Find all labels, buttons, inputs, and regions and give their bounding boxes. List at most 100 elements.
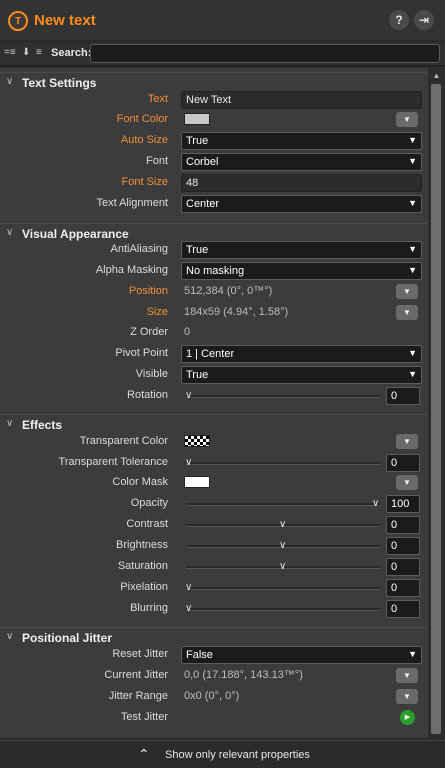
property-label: Size [146, 306, 168, 318]
expand-button-icon[interactable]: ▼ [396, 305, 418, 320]
font-color-swatch[interactable] [184, 113, 210, 125]
property-label: Brightness [116, 539, 168, 551]
contrast-number-field[interactable]: 0 [386, 516, 420, 534]
alpha-masking-dropdown[interactable]: No masking ▼ [181, 262, 422, 280]
collapse-arrow-icon[interactable]: ∨ [6, 418, 13, 429]
search-input[interactable] [90, 44, 440, 63]
property-row-pixelation: Pixelation ∨ 0 [0, 578, 428, 598]
rotation-number-field[interactable]: 0 [386, 387, 420, 405]
play-icon[interactable]: ▶ [400, 710, 415, 725]
property-label: Auto Size [120, 134, 168, 146]
position-value: 512,384 (0°, 0™°) [184, 285, 273, 297]
section-positional-jitter[interactable]: ∨ Positional Jitter [0, 627, 428, 647]
expand-button-icon[interactable]: ▼ [396, 284, 418, 299]
scrollbar[interactable]: ▲ [428, 68, 445, 738]
expand-button-icon[interactable]: ▼ [396, 434, 418, 449]
section-effects[interactable]: ∨ Effects [0, 414, 428, 434]
slider-thumb-icon[interactable]: ∨ [185, 457, 192, 468]
antialiasing-dropdown[interactable]: True ▼ [181, 241, 422, 259]
property-row-auto-size: Auto Size True ▼ [0, 131, 428, 151]
section-text-settings[interactable]: ∨ Text Settings [0, 72, 428, 92]
contrast-slider[interactable]: ∨ [186, 519, 380, 530]
blurring-number-field[interactable]: 0 [386, 600, 420, 618]
expand-button-icon[interactable]: ▼ [396, 112, 418, 127]
saturation-number-field[interactable]: 0 [386, 558, 420, 576]
property-row-alpha-masking: Alpha Masking No masking ▼ [0, 261, 428, 281]
collapse-arrow-icon[interactable]: ∨ [6, 227, 13, 238]
slider-thumb-icon[interactable]: ∨ [279, 519, 286, 530]
property-label: Opacity [130, 497, 168, 509]
property-label: Jitter Range [108, 690, 168, 702]
property-row-brightness: Brightness ∨ 0 [0, 536, 428, 556]
show-relevant-properties-button[interactable]: ⌃ Show only relevant properties [0, 740, 445, 768]
properties-panel: ∨ Text Settings Text New Text Font Color… [0, 68, 428, 738]
property-label: Font [145, 155, 168, 167]
scroll-up-icon[interactable]: ▲ [428, 68, 445, 84]
blurring-slider[interactable]: ∨ [185, 603, 380, 614]
property-label: Font Color [116, 113, 168, 125]
window-title: New text [34, 12, 96, 29]
font-dropdown[interactable]: Corbel ▼ [181, 153, 422, 171]
dropdown-caret-icon: ▼ [408, 369, 417, 379]
text-alignment-dropdown[interactable]: Center ▼ [181, 195, 422, 213]
brightness-slider[interactable]: ∨ [186, 540, 380, 551]
saturation-slider[interactable]: ∨ [186, 561, 380, 572]
transparent-tolerance-slider[interactable]: ∨ [185, 457, 380, 468]
expand-button-icon[interactable]: ▼ [396, 475, 418, 490]
color-mask-swatch[interactable] [184, 476, 210, 488]
property-label: Color Mask [112, 476, 168, 488]
dropdown-caret-icon: ▼ [408, 265, 417, 275]
size-value: 184x59 (4.94°, 1.58°) [184, 306, 289, 318]
pixelation-number-field[interactable]: 0 [386, 579, 420, 597]
auto-size-dropdown[interactable]: True ▼ [181, 132, 422, 150]
pivot-point-dropdown[interactable]: 1 | Center ▼ [181, 345, 422, 363]
property-row-antialiasing: AntiAliasing True ▼ [0, 240, 428, 260]
rotation-slider[interactable]: ∨ [185, 390, 380, 401]
visible-dropdown[interactable]: True ▼ [181, 366, 422, 384]
transparent-tolerance-number-field[interactable]: 0 [386, 454, 420, 472]
section-title: Effects [22, 418, 63, 432]
chevron-up-icon: ⌃ [138, 746, 150, 762]
pixelation-slider[interactable]: ∨ [185, 582, 380, 593]
slider-thumb-icon[interactable]: ∨ [185, 390, 192, 401]
slider-thumb-icon[interactable]: ∨ [185, 582, 192, 593]
current-jitter-value: 0,0 (17.188°, 143.13™°) [184, 669, 303, 681]
dropdown-value: True [186, 135, 209, 147]
help-icon[interactable]: ? [389, 10, 409, 30]
expand-button-icon[interactable]: ▼ [396, 689, 418, 704]
text-field[interactable]: New Text [181, 91, 422, 109]
slider-thumb-icon[interactable]: ∨ [279, 540, 286, 551]
dropdown-caret-icon: ▼ [408, 198, 417, 208]
property-label: Font Size [121, 176, 168, 188]
filter-icon[interactable]: ⬇ [22, 47, 30, 58]
property-row-z-order: Z Order 0 [0, 323, 428, 343]
property-row-pivot-point: Pivot Point 1 | Center ▼ [0, 344, 428, 364]
list-icon[interactable]: ≡ [36, 47, 42, 58]
property-row-font: Font Corbel ▼ [0, 152, 428, 172]
opacity-number-field[interactable]: 100 [386, 495, 420, 513]
reset-jitter-dropdown[interactable]: False ▼ [181, 646, 422, 664]
transparent-color-swatch[interactable] [184, 435, 210, 447]
sort-icon[interactable]: =≡ [4, 47, 16, 58]
pin-icon[interactable]: ⇥ [414, 10, 434, 30]
property-row-font-color: Font Color ▼ [0, 110, 428, 130]
slider-thumb-icon[interactable]: ∨ [372, 498, 379, 509]
font-size-field[interactable]: 48 [181, 174, 422, 192]
collapse-arrow-icon[interactable]: ∨ [6, 76, 13, 87]
slider-thumb-icon[interactable]: ∨ [279, 561, 286, 572]
window-header: T New text ? ⇥ [0, 0, 445, 40]
property-label: Alpha Masking [95, 264, 168, 276]
slider-thumb-icon[interactable]: ∨ [185, 603, 192, 614]
property-label: Pivot Point [115, 347, 168, 359]
scroll-thumb[interactable] [431, 84, 441, 734]
dropdown-caret-icon: ▼ [408, 135, 417, 145]
property-label: Reset Jitter [112, 648, 168, 660]
property-row-rotation: Rotation ∨ 0 [0, 386, 428, 406]
collapse-arrow-icon[interactable]: ∨ [6, 631, 13, 642]
opacity-slider[interactable]: ∨ [186, 498, 380, 509]
property-row-size: Size 184x59 (4.94°, 1.58°) ▼ [0, 303, 428, 323]
section-title: Visual Appearance [22, 227, 129, 241]
property-row-transparent-tolerance: Transparent Tolerance ∨ 0 [0, 453, 428, 473]
expand-button-icon[interactable]: ▼ [396, 668, 418, 683]
brightness-number-field[interactable]: 0 [386, 537, 420, 555]
